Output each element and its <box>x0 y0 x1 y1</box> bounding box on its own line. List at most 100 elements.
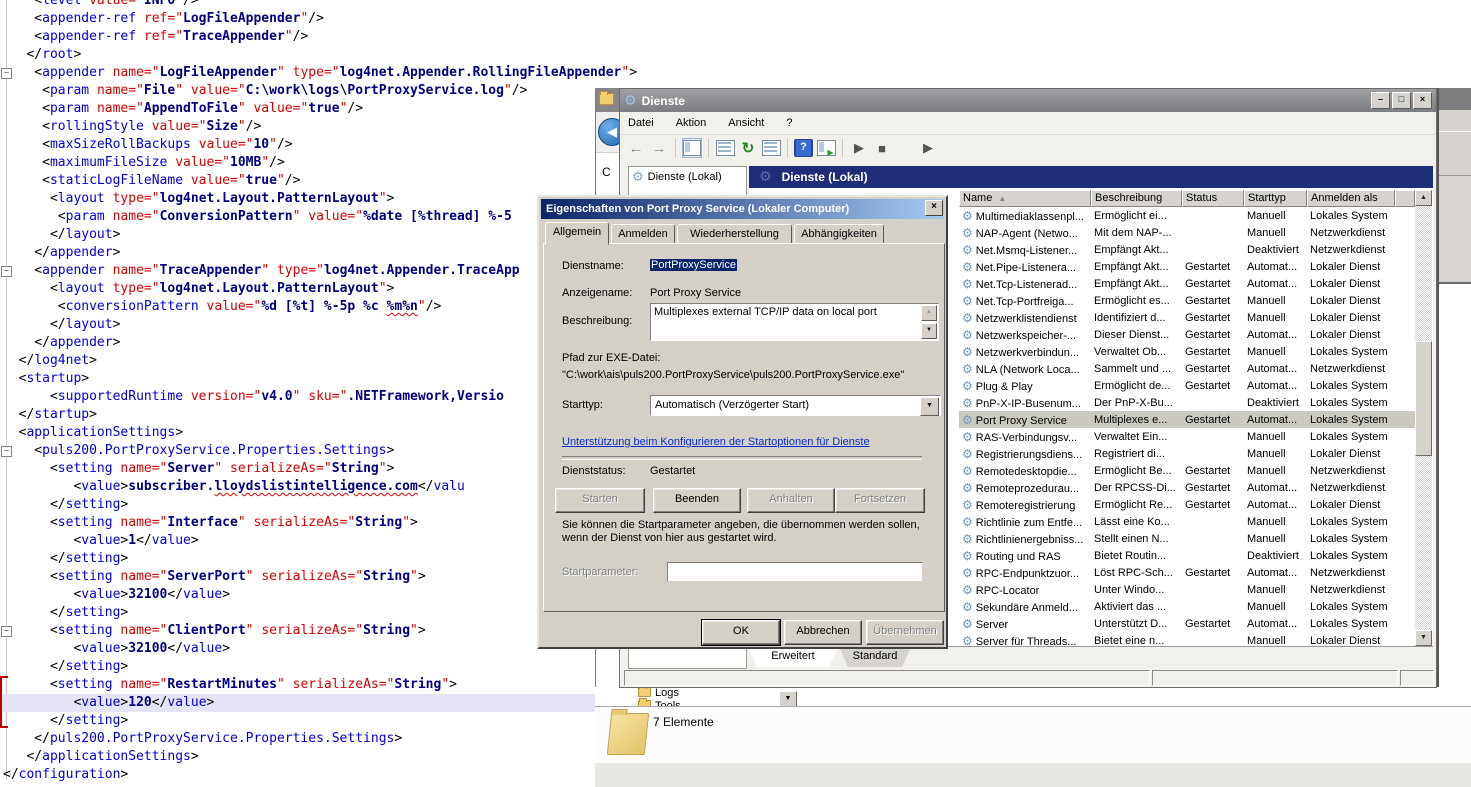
service-row[interactable]: ⚙RPC-LocatorUnter Windo...ManuellNetzwer… <box>959 581 1415 598</box>
column-header-stub <box>1395 190 1415 207</box>
menu-item-help[interactable]: ? <box>786 117 792 129</box>
maximize-icon[interactable]: □ <box>1392 92 1411 109</box>
chevron-down-icon[interactable]: ▼ <box>779 691 797 707</box>
column-header-status[interactable]: Status <box>1182 190 1244 207</box>
services-scrollbar[interactable]: ▲ ▼ <box>1415 190 1432 646</box>
scroll-up-icon[interactable]: ▲ <box>921 305 937 321</box>
pfad-value: "C:\work\ais\puls200.PortProxyService\pu… <box>562 369 904 381</box>
beschreibung-label: Beschreibung: <box>562 315 632 327</box>
gear-icon: ⚙ <box>962 549 973 563</box>
services-titlebar[interactable]: ⚙ Dienste –□× <box>620 89 1436 112</box>
service-row[interactable]: ⚙Net.Tcp-Listenerad...Empfängt Akt...Ges… <box>959 275 1415 292</box>
tab-erweitert[interactable]: Erweitert <box>748 647 838 667</box>
close-icon[interactable]: × <box>1413 92 1432 109</box>
beschreibung-field[interactable]: Multiplexes external TCP/IP data on loca… <box>650 303 939 341</box>
startparameter-input[interactable] <box>667 562 923 582</box>
service-row[interactable]: ⚙Net.Tcp-Portfreiga...Ermöglicht es...Ge… <box>959 292 1415 309</box>
code-line: <value>32100</value> <box>3 586 230 604</box>
gear-icon: ⚙ <box>962 430 973 444</box>
ok-button[interactable]: OK <box>702 620 780 645</box>
tab-standard[interactable]: Standard <box>839 647 911 667</box>
service-row[interactable]: ⚙NetzwerklistendienstIdentifiziert d...G… <box>959 309 1415 326</box>
column-header-anmelden-als[interactable]: Anmelden als <box>1307 190 1395 207</box>
service-row[interactable]: ⚙ServerUnterstützt D...GestartetAutomat.… <box>959 615 1415 632</box>
service-row[interactable]: ⚙RPC-Endpunktzuor...Löst RPC-Sch...Gesta… <box>959 564 1415 581</box>
properties-icon[interactable] <box>715 138 735 158</box>
pause-service-icon[interactable] <box>895 138 915 158</box>
start-service-icon[interactable]: ▶ <box>849 138 869 158</box>
explorer-drive-label: C <box>596 153 620 179</box>
code-line: <layout type="log4net.Layout.PatternLayo… <box>3 280 394 298</box>
tree-item-dienste-lokal[interactable]: ⚙ Dienste (Lokal) <box>629 167 746 187</box>
starttyp-label: Starttyp: <box>562 399 603 411</box>
outline-collapse-icon[interactable]: − <box>1 446 12 457</box>
gear-icon: ⚙ <box>759 169 772 185</box>
new-window-icon[interactable] <box>816 138 836 158</box>
service-row[interactable]: ⚙Remotedesktopdie...Ermöglicht Be...Gest… <box>959 462 1415 479</box>
service-row[interactable]: ⚙PnP-X-IP-Busenum...Der PnP-X-Bu...Deakt… <box>959 394 1415 411</box>
scroll-down-icon[interactable]: ▼ <box>1415 630 1432 646</box>
scroll-up-icon[interactable]: ▲ <box>1415 190 1432 206</box>
beenden-button[interactable]: Beenden <box>653 488 741 513</box>
folder-icon-large <box>607 713 649 755</box>
forward-icon[interactable]: → <box>649 138 669 158</box>
outline-collapse-icon[interactable]: − <box>1 626 12 637</box>
column-header-name[interactable]: Name▲ <box>959 190 1091 207</box>
restart-service-icon[interactable]: ▶ <box>918 138 938 158</box>
service-row[interactable]: ⚙RAS-Verbindungsv...Verwaltet Ein...Manu… <box>959 428 1415 445</box>
code-line: <rollingStyle value="Size"/> <box>3 118 261 136</box>
service-row[interactable]: ⚙NLA (Network Loca...Sammelt und ...Gest… <box>959 360 1415 377</box>
service-row[interactable]: ⚙RemoteregistrierungErmöglicht Re...Gest… <box>959 496 1415 513</box>
code-line: <applicationSettings> <box>3 424 183 442</box>
gear-icon: ⚙ <box>962 209 973 223</box>
service-row[interactable]: ⚙Remoteprozedurau...Der RPCSS-Di...Gesta… <box>959 479 1415 496</box>
service-row[interactable]: ⚙Port Proxy ServiceMultiplexes e...Gesta… <box>959 411 1415 428</box>
code-line: <value>120</value> <box>3 694 214 712</box>
service-row[interactable]: ⚙Sekundäre Anmeld...Aktiviert das ...Man… <box>959 598 1415 615</box>
dialog-titlebar[interactable]: Eigenschaften von Port Proxy Service (Lo… <box>541 199 944 219</box>
service-row[interactable]: ⚙Netzwerkverbindun...Verwaltet Ob...Gest… <box>959 343 1415 360</box>
menu-item-ansicht[interactable]: Ansicht <box>728 117 764 129</box>
tab-allgemein[interactable]: Allgemein <box>545 222 609 245</box>
stop-service-icon[interactable]: ■ <box>872 138 892 158</box>
service-row[interactable]: ⚙Net.Pipe-Listenera...Empfängt Akt...Ges… <box>959 258 1415 275</box>
gear-icon: ⚙ <box>962 294 973 308</box>
gear-icon: ⚙ <box>962 617 973 631</box>
outline-collapse-icon[interactable]: − <box>1 68 12 79</box>
scrollbar-thumb[interactable] <box>1415 341 1432 456</box>
abbrechen-button[interactable]: Abbrechen <box>784 620 862 645</box>
tab-abhaengigkeiten[interactable]: Abhängigkeiten <box>794 224 884 244</box>
service-row[interactable]: ⚙Net.Msmq-Listener...Empfängt Akt...Deak… <box>959 241 1415 258</box>
column-header-starttyp[interactable]: Starttyp <box>1244 190 1307 207</box>
service-row[interactable]: ⚙Multimediaklassenpl...Ermöglicht ei...M… <box>959 207 1415 224</box>
tab-anmelden[interactable]: Anmelden <box>611 224 675 244</box>
tab-wiederherstellung[interactable]: Wiederherstellung <box>677 224 792 244</box>
back-icon[interactable]: ← <box>626 138 646 158</box>
service-row[interactable]: ⚙Richtlinienergebniss...Stellt einen N..… <box>959 530 1415 547</box>
close-icon[interactable]: × <box>925 200 943 216</box>
service-row[interactable]: ⚙Registrierungsdiens...Registriert di...… <box>959 445 1415 462</box>
export-list-icon[interactable] <box>761 138 781 158</box>
outline-collapse-icon[interactable]: − <box>1 266 12 277</box>
service-row[interactable]: ⚙Routing und RASBietet Routin...Deaktivi… <box>959 547 1415 564</box>
service-row[interactable]: ⚙NAP-Agent (Netwo...Mit dem NAP-...Manue… <box>959 224 1415 241</box>
service-row[interactable]: ⚙Server für Threads...Bietet eine n...Ma… <box>959 632 1415 646</box>
service-row[interactable]: ⚙Richtlinie zum Entfe...Lässt eine Ko...… <box>959 513 1415 530</box>
service-row[interactable]: ⚙Netzwerkspeicher-...Dieser Dienst...Ges… <box>959 326 1415 343</box>
gear-icon: ⚙ <box>962 260 973 274</box>
refresh-icon[interactable]: ↻ <box>738 138 758 158</box>
menu-item-datei[interactable]: Datei <box>628 117 654 129</box>
starttyp-select[interactable]: Automatisch (Verzögerter Start) ▼ <box>650 395 941 416</box>
startoptions-help-link[interactable]: Unterstützung beim Konfigurieren der Sta… <box>562 436 870 448</box>
back-button[interactable]: ◀ <box>598 118 620 146</box>
menu-item-aktion[interactable]: Aktion <box>676 117 707 129</box>
chevron-down-icon[interactable]: ▼ <box>920 397 939 416</box>
column-header-beschreibung[interactable]: Beschreibung <box>1091 190 1182 207</box>
scroll-down-icon[interactable]: ▼ <box>921 323 937 339</box>
minimize-icon[interactable]: – <box>1371 92 1390 109</box>
help-icon[interactable]: ? <box>794 139 813 157</box>
show-console-tree-icon[interactable] <box>682 138 702 158</box>
right-window-titlebar <box>1439 88 1471 110</box>
code-line: </configuration> <box>3 766 128 784</box>
service-row[interactable]: ⚙Plug & PlayErmöglicht de...GestartetAut… <box>959 377 1415 394</box>
